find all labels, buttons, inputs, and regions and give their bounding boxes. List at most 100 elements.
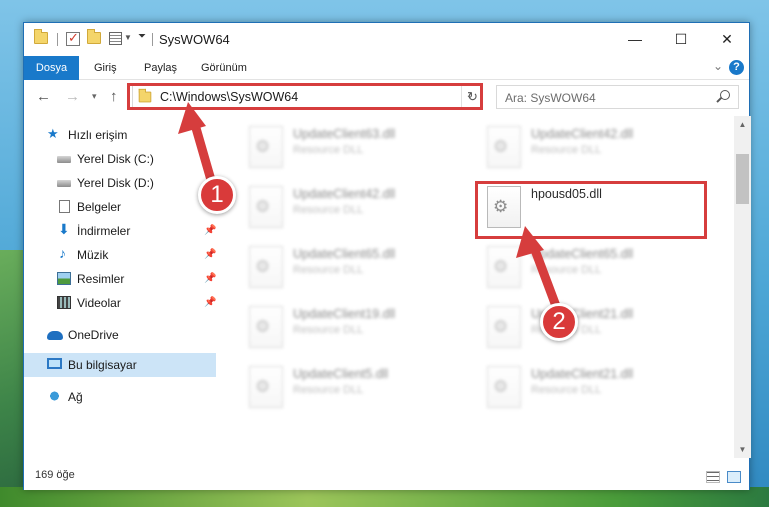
scroll-down-arrow-icon[interactable]: ▼ bbox=[734, 441, 751, 458]
sidebar-item-label: Yerel Disk (C:) bbox=[77, 152, 154, 166]
navigation-pane: ★ Hızlı erişim Yerel Disk (C:) Yerel Dis… bbox=[24, 116, 216, 458]
step-1-badge: 1 bbox=[198, 176, 236, 214]
properties-check-icon[interactable] bbox=[66, 30, 80, 46]
sidebar-item-music[interactable]: ♪ Müzik 📌 bbox=[24, 243, 216, 267]
sidebar-item-label: OneDrive bbox=[68, 328, 119, 342]
highlight-target-file bbox=[475, 181, 707, 239]
list-item[interactable]: UpdateClient42.dll Resource DLL bbox=[479, 122, 699, 178]
file-name: UpdateClient63.dll bbox=[293, 127, 396, 141]
sidebar-item-local-disk-c[interactable]: Yerel Disk (C:) bbox=[24, 147, 216, 171]
file-list: UpdateClient63.dll Resource DLL UpdateCl… bbox=[216, 116, 734, 458]
disk-icon bbox=[57, 180, 71, 187]
document-icon bbox=[59, 200, 70, 213]
back-arrow-icon[interactable]: ← bbox=[36, 88, 51, 105]
sidebar-item-label: İndirmeler bbox=[77, 224, 131, 238]
quick-access-toolbar-chevron-icon[interactable]: ⏷ bbox=[138, 31, 146, 42]
desktop-background-ground bbox=[0, 487, 769, 507]
sidebar-item-label: Yerel Disk (D:) bbox=[77, 176, 154, 190]
scrollbar-thumb[interactable] bbox=[736, 154, 749, 204]
details-view-icon[interactable] bbox=[706, 471, 720, 483]
sidebar-item-label: Resimler bbox=[77, 272, 125, 286]
highlight-address-bar bbox=[127, 83, 483, 110]
list-item[interactable]: UpdateClient21.dll Resource DLL bbox=[479, 362, 699, 418]
dll-file-icon bbox=[487, 366, 521, 408]
sidebar-item-pictures[interactable]: Resimler 📌 bbox=[24, 267, 216, 291]
sidebar-item-label: Videolar bbox=[77, 296, 121, 310]
tab-file[interactable]: Dosya bbox=[24, 56, 79, 80]
tab-home[interactable]: Giriş bbox=[83, 56, 128, 80]
list-item[interactable]: UpdateClient65.dll Resource DLL bbox=[479, 242, 699, 298]
file-name: UpdateClient42.dll bbox=[293, 187, 396, 201]
videos-icon bbox=[57, 296, 71, 309]
customize-dropdown-icon[interactable]: ▼ bbox=[124, 33, 132, 42]
dll-file-icon bbox=[249, 246, 283, 288]
sidebar-item-quick-access[interactable]: ★ Hızlı erişim bbox=[24, 123, 216, 147]
dll-file-icon bbox=[249, 366, 283, 408]
window-title: SysWOW64 bbox=[159, 32, 230, 47]
sidebar-item-videos[interactable]: Videolar 📌 bbox=[24, 291, 216, 315]
search-icon[interactable] bbox=[720, 90, 730, 100]
file-name: UpdateClient65.dll bbox=[293, 247, 396, 261]
recent-locations-chevron-icon[interactable]: ▾ bbox=[92, 91, 97, 102]
expand-ribbon-chevron-icon[interactable]: ⌄ bbox=[713, 59, 723, 73]
file-name: UpdateClient19.dll bbox=[293, 307, 396, 321]
forward-arrow-icon[interactable]: → bbox=[65, 88, 80, 105]
file-type: Resource DLL bbox=[531, 144, 602, 156]
computer-icon bbox=[47, 358, 62, 369]
pin-icon[interactable]: 📌 bbox=[204, 249, 216, 260]
up-arrow-icon[interactable]: ↑ bbox=[110, 88, 118, 105]
sidebar-item-documents[interactable]: Belgeler bbox=[24, 195, 216, 219]
pin-icon[interactable]: 📌 bbox=[204, 297, 216, 308]
new-folder-icon[interactable] bbox=[87, 29, 101, 44]
vertical-scrollbar[interactable]: ▲ ▼ bbox=[734, 116, 751, 458]
sidebar-item-onedrive[interactable]: OneDrive bbox=[24, 323, 216, 347]
sidebar-item-network[interactable]: Ağ bbox=[24, 385, 216, 409]
sidebar-item-label: Ağ bbox=[68, 390, 83, 404]
file-type: Resource DLL bbox=[293, 264, 364, 276]
list-item[interactable]: UpdateClient5.dll Resource DLL bbox=[241, 362, 461, 418]
properties-icon[interactable] bbox=[109, 32, 122, 45]
file-name: UpdateClient42.dll bbox=[531, 127, 634, 141]
file-name: UpdateClient5.dll bbox=[293, 367, 389, 381]
file-type: Resource DLL bbox=[293, 144, 364, 156]
sidebar-item-downloads[interactable]: ⬇ İndirmeler 📌 bbox=[24, 219, 216, 243]
list-item[interactable]: UpdateClient42.dll Resource DLL bbox=[241, 182, 461, 238]
folder-icon bbox=[34, 29, 48, 44]
pin-icon[interactable]: 📌 bbox=[204, 225, 216, 236]
dll-file-icon bbox=[249, 306, 283, 348]
dll-file-icon bbox=[487, 246, 521, 288]
sidebar-item-label: Hızlı erişim bbox=[68, 128, 128, 142]
dll-file-icon bbox=[487, 126, 521, 168]
close-button[interactable]: ✕ bbox=[704, 23, 750, 56]
title-bar: ▼ ⏷ SysWOW64 — ☐ ✕ bbox=[24, 23, 749, 56]
network-icon bbox=[47, 390, 62, 402]
help-icon[interactable]: ? bbox=[729, 60, 744, 75]
status-bar: 169 öğe bbox=[24, 464, 749, 490]
search-placeholder[interactable]: Ara: SysWOW64 bbox=[505, 91, 596, 105]
dll-file-icon bbox=[487, 306, 521, 348]
file-name: UpdateClient65.dll bbox=[531, 247, 634, 261]
list-item[interactable]: UpdateClient63.dll Resource DLL bbox=[241, 122, 461, 178]
disk-icon bbox=[57, 156, 71, 163]
large-icons-view-icon[interactable] bbox=[727, 471, 741, 483]
tab-view[interactable]: Görünüm bbox=[190, 56, 258, 80]
file-type: Resource DLL bbox=[531, 264, 602, 276]
maximize-button[interactable]: ☐ bbox=[658, 23, 704, 56]
sidebar-item-this-pc[interactable]: Bu bilgisayar bbox=[24, 353, 216, 377]
file-type: Resource DLL bbox=[293, 324, 364, 336]
list-item[interactable]: UpdateClient65.dll Resource DLL bbox=[241, 242, 461, 298]
minimize-button[interactable]: — bbox=[612, 23, 658, 56]
file-type: Resource DLL bbox=[293, 384, 364, 396]
file-type: Resource DLL bbox=[531, 384, 602, 396]
list-item[interactable]: UpdateClient19.dll Resource DLL bbox=[241, 302, 461, 358]
pin-icon[interactable]: 📌 bbox=[204, 273, 216, 284]
sidebar-item-local-disk-d[interactable]: Yerel Disk (D:) bbox=[24, 171, 216, 195]
scroll-up-arrow-icon[interactable]: ▲ bbox=[734, 116, 751, 133]
tab-share[interactable]: Paylaş bbox=[133, 56, 188, 80]
search-box[interactable]: Ara: SysWOW64 bbox=[496, 85, 739, 109]
sidebar-item-label: Belgeler bbox=[77, 200, 122, 214]
title-separator bbox=[152, 33, 153, 46]
download-icon: ⬇ bbox=[58, 221, 70, 237]
list-item[interactable]: UpdateClient21.dll Resource DLL bbox=[479, 302, 699, 358]
ribbon-tabs: Dosya Giriş Paylaş Görünüm ⌄ ? bbox=[24, 56, 749, 80]
